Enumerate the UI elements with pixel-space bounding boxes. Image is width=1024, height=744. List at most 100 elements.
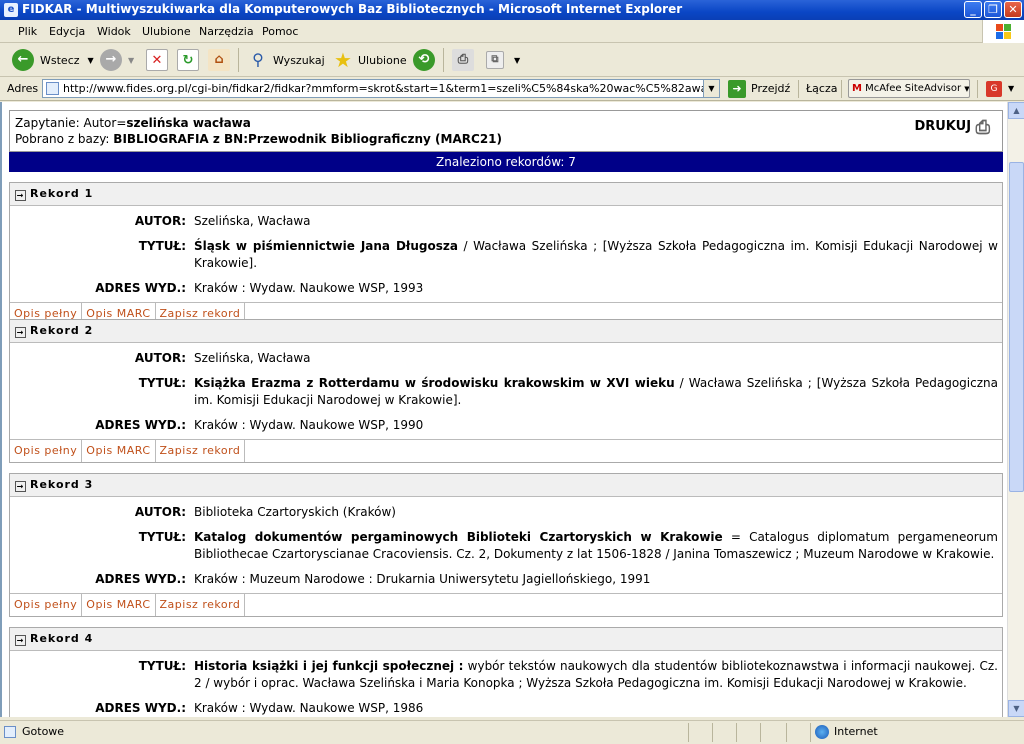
database-label: Pobrano z bazy:	[15, 132, 114, 146]
save-record-link[interactable]: Zapisz rekord	[156, 594, 246, 616]
url-input[interactable]: http://www.fides.org.pl/cgi-bin/fidkar2/…	[42, 79, 720, 98]
full-description-link[interactable]: Opis pełny	[10, 594, 83, 616]
scroll-down-icon[interactable]: ▼	[1008, 700, 1024, 717]
edit-button[interactable]: ⧉ ▼	[486, 48, 520, 72]
query-line: Zapytanie: Autor=szelińska wacława	[15, 116, 251, 130]
back-arrow-icon: ←	[12, 49, 34, 71]
toolbar-divider	[841, 80, 842, 98]
scroll-up-icon[interactable]: ▲	[1008, 102, 1024, 119]
record-card: → Rekord 4 TYTUŁ: Historia książki i jej f…	[9, 627, 1003, 717]
windows-logo-icon	[982, 20, 1024, 43]
restore-button[interactable]: ❐	[984, 1, 1002, 18]
chevron-down-icon: ▼	[128, 55, 135, 65]
print-link[interactable]: DRUKUJ ⎙	[914, 117, 990, 138]
record-actions: Opis pełny Opis MARC Zapisz rekord	[10, 439, 1002, 462]
publisher-label: ADRES WYD.:	[95, 418, 186, 432]
title-main: Katalog dokumentów pergaminowych Bibliot…	[194, 530, 723, 544]
home-button[interactable]: ⌂	[208, 48, 230, 72]
expand-arrow-icon[interactable]: →	[15, 481, 26, 492]
menu-widok[interactable]: Widok	[97, 25, 131, 38]
publisher-label: ADRES WYD.:	[95, 281, 186, 295]
url-text: http://www.fides.org.pl/cgi-bin/fidkar2/…	[63, 82, 720, 95]
title-value: Śląsk w piśmiennictwie Jana Długosza / W…	[194, 238, 1002, 272]
print-button[interactable]: ⎙	[452, 48, 474, 72]
minimize-button[interactable]: _	[964, 1, 982, 18]
record-header: → Rekord 1	[10, 183, 1002, 206]
publisher-value: Kraków : Wydaw. Naukowe WSP, 1990	[194, 418, 424, 432]
record-card: → Rekord 1 AUTOR: Szelińska, Wacława TYTUŁ…	[9, 182, 1003, 326]
back-button[interactable]: ← Wstecz ▼	[12, 48, 94, 72]
status-divider	[688, 723, 689, 742]
status-divider	[786, 723, 787, 742]
menu-plik[interactable]: Plik	[18, 25, 37, 38]
refresh-icon: ↻	[177, 49, 199, 71]
scroll-thumb[interactable]	[1009, 162, 1024, 492]
title-value: Katalog dokumentów pergaminowych Bibliot…	[194, 529, 1002, 563]
search-label: Wyszukaj	[273, 53, 325, 67]
full-description-link[interactable]: Opis pełny	[10, 440, 83, 462]
marc-description-link[interactable]: Opis MARC	[82, 440, 156, 462]
title-value: Historia książki i jej funkcji społeczne…	[194, 658, 1002, 692]
author-value: Szelińska, Wacława	[194, 351, 311, 365]
expand-arrow-icon[interactable]: →	[15, 190, 26, 201]
record-actions: Opis pełny Opis MARC Zapisz rekord	[10, 593, 1002, 616]
chevron-down-icon: ▼	[964, 85, 970, 93]
record-header: → Rekord 4	[10, 628, 1002, 651]
favorites-button[interactable]: ★ Ulubione	[332, 48, 407, 72]
title-label: TYTUŁ:	[138, 376, 186, 390]
database-value: BIBLIOGRAFIA z BN:Przewodnik Bibliografi…	[113, 132, 502, 146]
chevron-down-icon[interactable]: ▼	[1008, 84, 1014, 93]
expand-arrow-icon[interactable]: →	[15, 327, 26, 338]
links-label[interactable]: Łącza	[806, 82, 838, 95]
results-count: Znaleziono rekordów: 7	[9, 152, 1003, 172]
history-button[interactable]: ⟲	[413, 48, 435, 72]
toolbar-divider	[443, 48, 444, 72]
search-icon: ⚲	[252, 50, 264, 69]
page-icon	[46, 82, 59, 95]
status-divider	[736, 723, 737, 742]
globe-icon	[815, 725, 829, 739]
search-button[interactable]: ⚲ Wyszukaj	[247, 48, 325, 72]
publisher-value: Kraków : Muzeum Narodowe : Drukarnia Uni…	[194, 572, 651, 586]
go-button[interactable]: ➜ Przejdź	[728, 78, 790, 99]
publisher-value: Kraków : Wydaw. Naukowe WSP, 1993	[194, 281, 424, 295]
refresh-button[interactable]: ↻	[177, 48, 199, 72]
database-line: Pobrano z bazy: BIBLIOGRAFIA z BN:Przewo…	[15, 132, 502, 146]
go-arrow-icon: ➜	[728, 79, 746, 98]
address-label: Adres	[7, 82, 39, 95]
status-divider	[760, 723, 761, 742]
author-value: Szelińska, Wacława	[194, 214, 311, 228]
window-titlebar: e FIDKAR - Multiwyszukiwarka dla Kompute…	[0, 0, 1024, 20]
record-title: Rekord 4	[30, 632, 94, 645]
page-icon	[4, 726, 16, 738]
title-main: Śląsk w piśmiennictwie Jana Długosza	[194, 239, 458, 253]
author-label: AUTOR:	[134, 505, 186, 519]
save-record-link[interactable]: Zapisz rekord	[156, 440, 246, 462]
translate-icon[interactable]: G	[986, 81, 1002, 97]
status-text: Gotowe	[22, 725, 65, 738]
publisher-label: ADRES WYD.:	[95, 572, 186, 586]
stop-icon: ✕	[146, 49, 168, 71]
vertical-scrollbar[interactable]: ▲ ▼	[1007, 102, 1024, 717]
marc-description-link[interactable]: Opis MARC	[82, 594, 156, 616]
stop-button[interactable]: ✕	[146, 48, 168, 72]
menu-edycja[interactable]: Edycja	[49, 25, 85, 38]
expand-arrow-icon[interactable]: →	[15, 635, 26, 646]
toolbar-divider	[977, 80, 978, 98]
menu-narzedzia[interactable]: Narzędzia	[199, 25, 254, 38]
window-icon: ⧉	[486, 51, 504, 69]
menu-ulubione[interactable]: Ulubione	[142, 25, 191, 38]
record-header: → Rekord 2	[10, 320, 1002, 343]
chevron-down-icon[interactable]: ▼	[703, 80, 719, 97]
menu-pomoc[interactable]: Pomoc	[262, 25, 298, 38]
mcafee-button[interactable]: M McAfee SiteAdvisor ▼	[848, 79, 970, 98]
history-icon: ⟲	[413, 49, 435, 71]
forward-button[interactable]: → ▼	[100, 48, 134, 72]
mcafee-label: McAfee SiteAdvisor	[865, 83, 962, 94]
publisher-value: Kraków : Wydaw. Naukowe WSP, 1986	[194, 701, 424, 715]
record-title: Rekord 3	[30, 478, 94, 491]
mcafee-icon: M	[852, 83, 862, 94]
chevron-down-icon: ▼	[514, 55, 521, 65]
author-value: Biblioteka Czartoryskich (Kraków)	[194, 505, 396, 519]
close-button[interactable]: ✕	[1004, 1, 1022, 18]
